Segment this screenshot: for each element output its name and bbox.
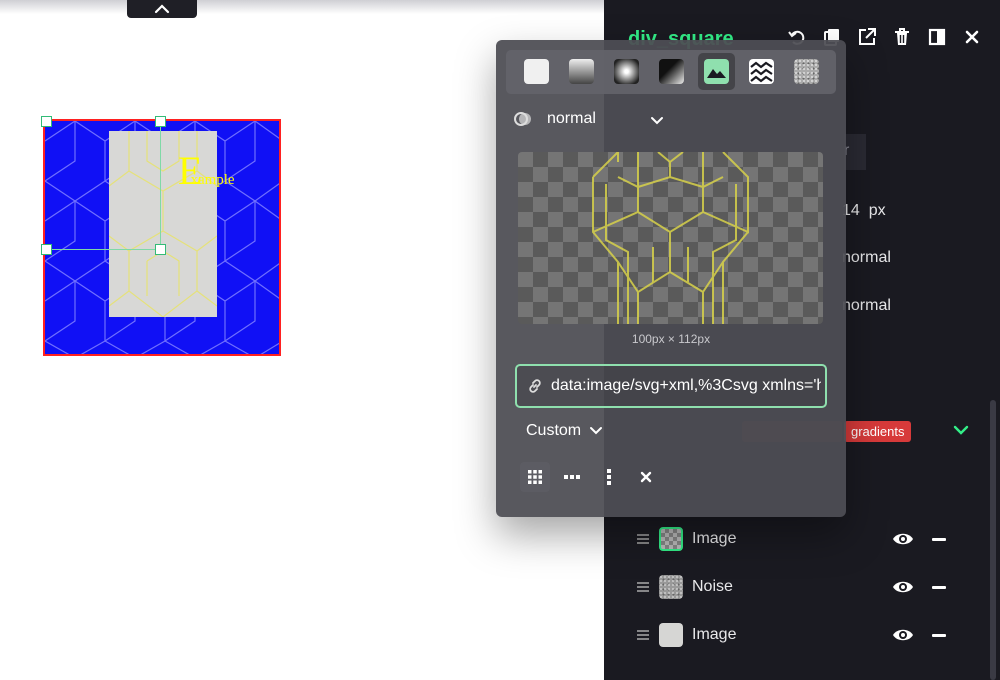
repeat-grid-button[interactable] — [520, 462, 550, 492]
drag-handle-icon[interactable] — [637, 533, 649, 545]
font-size-unit: px — [868, 202, 886, 219]
remove-layer-icon[interactable] — [932, 538, 946, 541]
font-style-value[interactable]: normal — [842, 249, 891, 267]
type-image-button[interactable] — [698, 53, 735, 90]
canvas-top-shadow — [0, 0, 605, 14]
close-icon[interactable] — [959, 26, 984, 48]
image-size-label: 100px × 112px — [631, 332, 711, 346]
eye-icon[interactable] — [892, 531, 914, 547]
resize-handle-left[interactable] — [41, 244, 52, 255]
font-size-value[interactable]: 14 px — [842, 202, 886, 220]
image-mountain-icon — [704, 59, 729, 84]
size-mode-select[interactable]: Custom — [526, 422, 603, 440]
alignment-guide-vertical — [160, 122, 161, 250]
layer-name: Image — [692, 626, 737, 643]
drag-handle-icon[interactable] — [637, 581, 649, 593]
linear-gradient-icon — [569, 59, 594, 84]
close-icon — [640, 471, 652, 483]
radial-gradient-icon — [614, 59, 639, 84]
preview-pattern — [592, 152, 749, 324]
resize-handle-center[interactable] — [155, 244, 166, 255]
repeat-x-button[interactable] — [557, 462, 587, 492]
example-text-small: xample — [190, 172, 235, 188]
size-mode-value: Custom — [526, 422, 582, 439]
panel-scrollbar[interactable] — [990, 400, 996, 680]
layer-swatch-plain — [659, 623, 683, 647]
font-weight-value[interactable]: normal — [842, 297, 891, 315]
link-icon — [529, 379, 541, 393]
dots-vertical-icon — [607, 469, 611, 485]
type-conic-gradient-button[interactable] — [653, 53, 690, 90]
blend-mode-value: normal — [547, 110, 596, 127]
blend-mode-select[interactable]: normal — [514, 110, 596, 128]
gradients-badge[interactable]: gradients — [844, 421, 912, 442]
resize-handle-top[interactable] — [155, 116, 166, 127]
type-radial-gradient-button[interactable] — [608, 53, 645, 90]
grid-icon — [528, 470, 542, 484]
solid-color-icon — [524, 59, 549, 84]
noise-icon — [794, 59, 819, 84]
no-repeat-button[interactable] — [631, 462, 661, 492]
remove-layer-icon[interactable] — [932, 634, 946, 637]
eye-icon[interactable] — [892, 579, 914, 595]
selected-element-div-square[interactable]: Example — [43, 119, 281, 356]
type-linear-gradient-button[interactable] — [563, 53, 600, 90]
alignment-guide-horizontal — [46, 249, 160, 250]
type-pattern-button[interactable] — [743, 53, 780, 90]
fill-type-selector — [506, 50, 836, 94]
layer-item[interactable]: Noise — [604, 567, 1000, 607]
layer-name: Noise — [692, 578, 733, 595]
resize-handle-top-left[interactable] — [41, 116, 52, 127]
layer-item[interactable]: Image — [604, 519, 1000, 559]
collapse-toolbar-button[interactable] — [127, 0, 197, 18]
image-preview — [518, 152, 823, 324]
chevron-down-icon — [590, 427, 603, 435]
background-layer-popup: normal 100px × 112px Custom — [496, 40, 846, 517]
layer-swatch-noise — [659, 575, 683, 599]
repeat-y-button[interactable] — [594, 462, 624, 492]
dock-panel-icon[interactable] — [924, 26, 949, 48]
remove-layer-icon[interactable] — [932, 586, 946, 589]
dots-horizontal-icon — [564, 475, 580, 479]
chevron-down-icon[interactable] — [952, 420, 970, 445]
chevron-up-icon — [154, 4, 170, 14]
type-solid-button[interactable] — [518, 53, 555, 90]
layer-swatch-checker — [659, 527, 683, 551]
example-text: Example — [178, 151, 247, 191]
drag-handle-icon[interactable] — [637, 629, 649, 641]
blend-mode-icon — [514, 112, 531, 126]
eye-icon[interactable] — [892, 627, 914, 643]
zigzag-pattern-icon — [749, 59, 774, 84]
conic-gradient-icon — [659, 59, 684, 84]
image-url-field[interactable] — [515, 364, 827, 408]
type-noise-button[interactable] — [788, 53, 825, 90]
layer-name: Image — [692, 530, 737, 547]
external-link-icon[interactable] — [854, 26, 879, 48]
trash-icon[interactable] — [889, 26, 914, 48]
image-url-input[interactable] — [551, 377, 821, 395]
layer-item[interactable]: Image — [604, 615, 1000, 655]
repeat-options — [520, 462, 668, 492]
chevron-down-icon[interactable] — [650, 114, 664, 132]
